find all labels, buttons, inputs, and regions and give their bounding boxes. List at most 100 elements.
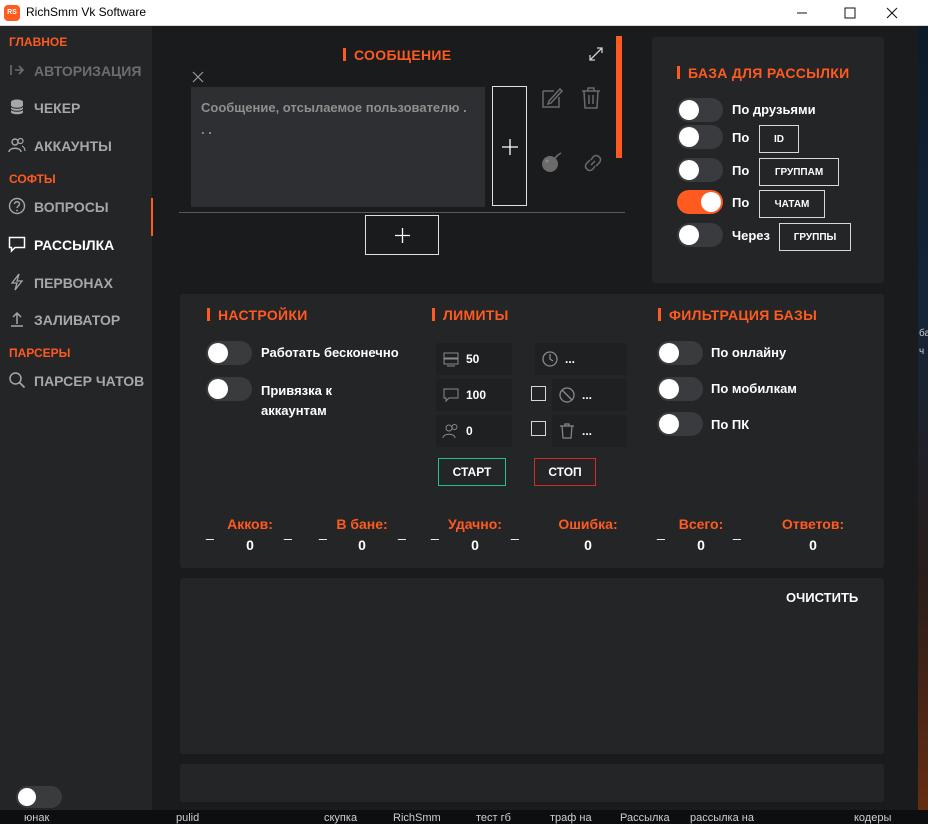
users-icon <box>8 137 26 153</box>
nav-accounts[interactable]: АККАУНТЫ <box>0 130 152 160</box>
upload-icon <box>11 311 23 327</box>
trash-icon <box>560 423 574 439</box>
limit-users[interactable]: 0 <box>436 415 512 447</box>
toggle-binding[interactable] <box>206 377 252 401</box>
clear-button[interactable]: ОЧИСТИТЬ <box>786 590 858 605</box>
taskbar-item[interactable]: юнак <box>24 812 49 824</box>
groups-button[interactable]: ГРУППАМ <box>759 158 839 186</box>
toggle-pc[interactable] <box>657 412 703 436</box>
message-icon <box>8 236 26 253</box>
toggle-groups[interactable] <box>677 158 723 182</box>
limit-delay-value: ... <box>565 352 576 366</box>
add-message-button[interactable] <box>365 215 439 255</box>
nav-chat-parser[interactable]: ПАРСЕР ЧАТОВ <box>0 365 152 395</box>
limit-chats-value: 100 <box>466 388 487 402</box>
chat-icon <box>443 388 459 403</box>
desktop-background: ба ч <box>918 26 928 824</box>
filter-title: ФИЛЬТРАЦИЯ БАЗЫ <box>658 307 817 323</box>
taskbar-item[interactable]: траф на <box>550 812 592 824</box>
message-scrollbar[interactable] <box>616 36 622 158</box>
limit-delete-value: ... <box>582 424 593 438</box>
nav-questions[interactable]: ВОПРОСЫ <box>0 191 152 221</box>
log-panel: ОЧИСТИТЬ <box>180 578 884 754</box>
minimize-button[interactable] <box>780 0 824 26</box>
label-online: По онлайну <box>711 345 787 360</box>
nav-label: РАССЫЛКА <box>34 237 115 253</box>
limit-messages[interactable]: 50 <box>436 343 512 375</box>
nav-label: ЧЕКЕР <box>34 100 81 116</box>
limit-messages-value: 50 <box>466 352 480 366</box>
taskbar-item[interactable]: Рассылка <box>620 812 670 824</box>
nav-authorization[interactable]: АВТОРИЗАЦИЯ <box>0 55 152 85</box>
taskbar-item[interactable]: кодеры <box>854 812 891 824</box>
nav-checker[interactable]: ЧЕКЕР <box>0 92 152 122</box>
ban-checkbox[interactable] <box>531 386 546 401</box>
taskbar-item[interactable]: pulid <box>176 812 199 824</box>
toggle-online[interactable] <box>657 341 703 365</box>
add-attachment-button[interactable] <box>492 86 527 206</box>
status-bar <box>180 764 884 802</box>
window-title: RichSmm Vk Software <box>26 5 147 19</box>
toggle-mobile[interactable] <box>657 377 703 401</box>
label-forever: Работать бесконечно <box>261 345 399 360</box>
chats-button[interactable]: ЧАТАМ <box>759 190 825 218</box>
taskbar-item[interactable]: RichSmm <box>393 812 441 824</box>
stat-replies: Ответов: 0 <box>781 516 845 553</box>
main-content: СООБЩЕНИЕ Сообщение, отсылаемое пользова… <box>153 26 918 810</box>
divider <box>179 212 625 213</box>
base-title: БАЗА ДЛЯ РАССЫЛКИ <box>677 65 850 81</box>
label-id: По <box>732 130 750 145</box>
taskbar: юнак pulid скупка RichSmm тест гб траф н… <box>0 810 928 824</box>
stat-error: Ошибка: 0 <box>558 516 618 553</box>
limits-title: ЛИМИТЫ <box>432 307 509 323</box>
limit-delete[interactable]: ... <box>552 415 627 447</box>
maximize-button[interactable] <box>828 0 872 26</box>
nav-label: АВТОРИЗАЦИЯ <box>34 63 142 79</box>
theme-toggle[interactable] <box>16 786 62 808</box>
close-window-button[interactable] <box>870 0 914 26</box>
maximize-icon <box>844 7 856 19</box>
message-title: СООБЩЕНИЕ <box>343 47 451 63</box>
title-bar: RS RichSmm Vk Software <box>0 0 928 26</box>
through-groups-button[interactable]: ГРУППЫ <box>779 223 851 251</box>
toggle-through[interactable] <box>677 223 723 247</box>
label-groups: По <box>732 163 750 178</box>
message-panel: СООБЩЕНИЕ Сообщение, отсылаемое пользова… <box>179 36 651 268</box>
toggle-chats[interactable] <box>677 190 723 214</box>
taskbar-item[interactable]: тест гб <box>476 812 511 824</box>
stop-button[interactable]: СТОП <box>534 458 596 486</box>
login-icon <box>10 65 25 75</box>
id-button[interactable]: ID <box>759 125 799 153</box>
limit-ban-value: ... <box>582 388 593 402</box>
limit-ban[interactable]: ... <box>552 379 627 411</box>
database-icon <box>10 99 24 115</box>
delete-checkbox[interactable] <box>531 421 546 436</box>
limit-delay[interactable]: ... <box>535 343 627 375</box>
bomb-icon[interactable] <box>540 150 564 174</box>
nav-label: ЗАЛИВАТОР <box>34 312 121 328</box>
expand-icon[interactable] <box>588 46 604 62</box>
question-icon <box>8 197 26 215</box>
settings-panel: НАСТРОЙКИ Работать бесконечно Привязка к… <box>180 294 884 520</box>
minimize-icon <box>797 12 807 14</box>
trash-icon[interactable] <box>580 86 602 110</box>
taskbar-item[interactable]: рассылка на <box>690 812 754 824</box>
nav-first[interactable]: ПЕРВОНАХ <box>0 267 152 297</box>
start-button[interactable]: СТАРТ <box>438 458 506 486</box>
nav-mailing[interactable]: РАССЫЛКА <box>0 229 152 259</box>
app-window: RS RichSmm Vk Software ба ч ГЛАВНОЕ АВТОР… <box>0 0 928 824</box>
remove-message-icon[interactable] <box>192 71 204 83</box>
limit-chats[interactable]: 100 <box>436 379 512 411</box>
taskbar-item[interactable]: скупка <box>324 812 357 824</box>
ban-icon <box>559 387 575 403</box>
message-input[interactable]: Сообщение, отсылаемое пользователю . . . <box>191 87 485 207</box>
toggle-forever[interactable] <box>206 341 252 365</box>
plus-icon <box>395 228 410 243</box>
edit-icon[interactable] <box>540 86 564 110</box>
toggle-id[interactable] <box>677 125 723 149</box>
label-chats: По <box>732 195 750 210</box>
toggle-friends[interactable] <box>677 98 723 122</box>
nav-uploader[interactable]: ЗАЛИВАТОР <box>0 304 152 334</box>
settings-title: НАСТРОЙКИ <box>207 307 308 323</box>
link-icon[interactable] <box>582 152 604 174</box>
